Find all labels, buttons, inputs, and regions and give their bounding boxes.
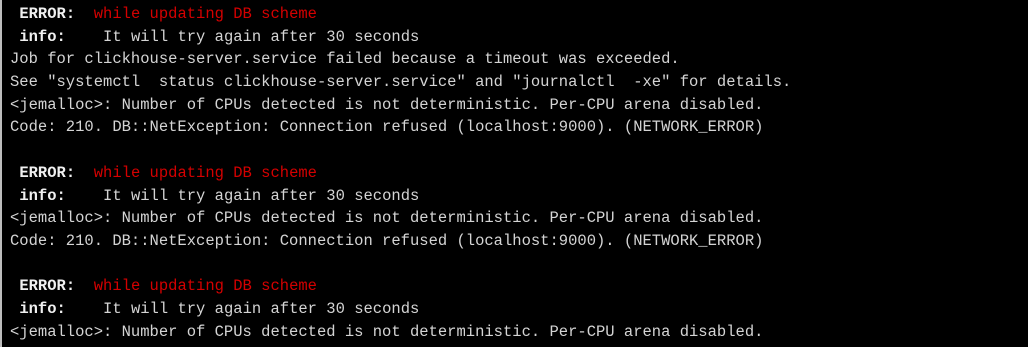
error-label: ERROR:: [19, 5, 76, 23]
info-message: It will try again after 30 seconds: [103, 186, 420, 205]
info-message: It will try again after 30 seconds: [103, 27, 420, 46]
error-label: ERROR:: [19, 277, 76, 296]
log-line: Job for clickhouse-server.service failed…: [10, 50, 680, 69]
error-line: ERROR: while updating DB scheme: [2, 3, 1028, 26]
log-line: Code: 210. DB::NetException: Connection …: [10, 231, 764, 250]
error-line: ERROR: while updating DB scheme: [2, 162, 1028, 185]
error-message: while updating DB scheme: [93, 163, 317, 182]
log-line: <jemalloc>: Number of CPUs detected is n…: [10, 322, 764, 341]
log-line: <jemalloc>: Number of CPUs detected is n…: [10, 209, 764, 228]
error-line: ERROR: while updating DB scheme: [2, 275, 1028, 298]
error-label: ERROR:: [19, 163, 76, 182]
error-message: while updating DB scheme: [93, 277, 317, 296]
info-label: info:: [19, 27, 66, 46]
terminal-output[interactable]: ERROR: while updating DB scheme info: It…: [0, 0, 1028, 347]
log-line: <jemalloc>: Number of CPUs detected is n…: [10, 95, 764, 114]
error-message: while updating DB scheme: [93, 5, 317, 23]
info-label: info:: [19, 186, 66, 205]
info-line: info: It will try again after 30 seconds: [2, 298, 1028, 321]
log-line: See "systemctl status clickhouse-server.…: [10, 73, 792, 92]
info-message: It will try again after 30 seconds: [103, 299, 420, 318]
info-line: info: It will try again after 30 seconds: [2, 185, 1028, 208]
info-line: info: It will try again after 30 seconds: [2, 26, 1028, 49]
log-line: Code: 210. DB::NetException: Connection …: [10, 118, 764, 137]
info-label: info:: [19, 299, 66, 318]
